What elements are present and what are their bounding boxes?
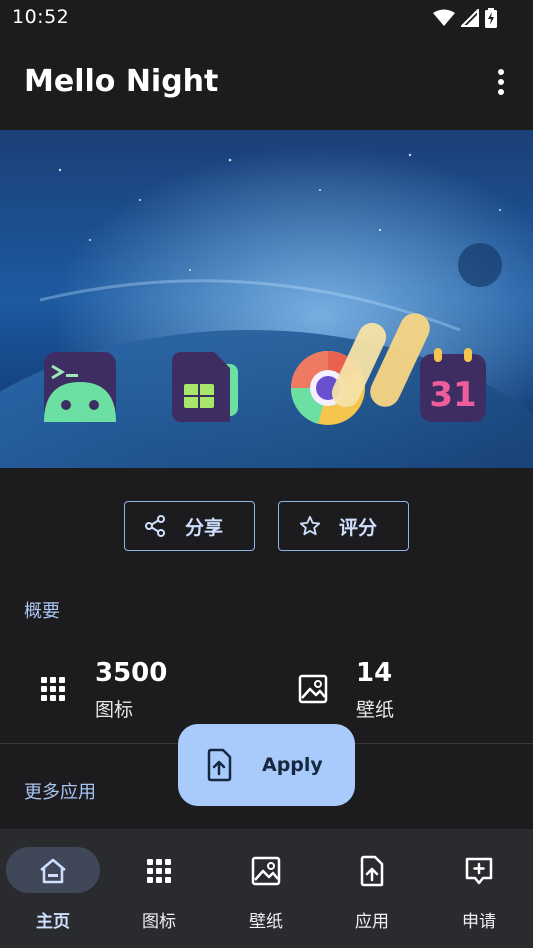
rate-label: 评分	[339, 516, 378, 539]
calendar-icon: 31	[420, 348, 486, 422]
icon-count: 3500	[95, 658, 168, 688]
star-outline-icon	[299, 515, 321, 536]
apply-button[interactable]: Apply	[178, 724, 355, 806]
share-label: 分享	[185, 516, 224, 539]
share-button[interactable]: 分享	[124, 501, 255, 551]
nav-item-wallpapers[interactable]: 壁纸	[213, 829, 319, 948]
battery-icon	[485, 8, 497, 28]
nav-item-apply[interactable]: 应用	[319, 829, 425, 948]
apply-label: Apply	[262, 754, 323, 776]
apply-icon	[360, 855, 384, 887]
request-icon	[465, 857, 493, 885]
status-bar: 10:52	[0, 0, 533, 36]
wifi-icon	[433, 9, 455, 26]
nav-item-icons[interactable]: 图标	[106, 829, 212, 948]
signal-icon	[461, 9, 479, 27]
bottom-navigation: 主页 图标 壁纸 应用 申请	[0, 829, 533, 948]
rate-button[interactable]: 评分	[278, 501, 409, 551]
nav-label-apply: 应用	[355, 912, 389, 932]
image-icon	[251, 856, 281, 886]
nav-item-request[interactable]: 申请	[426, 829, 532, 948]
icon-count-caption: 图标	[95, 699, 134, 721]
nav-item-home[interactable]: 主页	[0, 829, 106, 948]
overview-heading: 概要	[24, 601, 60, 622]
grid-icon	[147, 859, 171, 883]
wallpaper-count-caption: 壁纸	[356, 699, 395, 721]
page-title: Mello Night	[24, 64, 219, 99]
nav-label-request: 申请	[462, 912, 496, 932]
nav-label-wallpapers: 壁纸	[249, 912, 283, 932]
svg-text:31: 31	[429, 375, 476, 415]
nav-label-home: 主页	[36, 912, 70, 932]
more-apps-heading: 更多应用	[24, 782, 96, 803]
grid-icon	[41, 677, 65, 701]
android-terminal-icon	[44, 352, 116, 422]
app-bar: Mello Night	[0, 36, 533, 130]
status-time: 10:52	[12, 6, 70, 28]
home-icon	[40, 858, 66, 884]
share-icon	[145, 515, 165, 537]
image-icon	[298, 674, 328, 704]
apply-icon	[207, 748, 232, 782]
hero-banner: 31	[0, 130, 533, 468]
wallpaper-count: 14	[356, 658, 393, 688]
nav-label-icons: 图标	[142, 912, 176, 932]
more-vert-icon[interactable]	[491, 68, 511, 96]
